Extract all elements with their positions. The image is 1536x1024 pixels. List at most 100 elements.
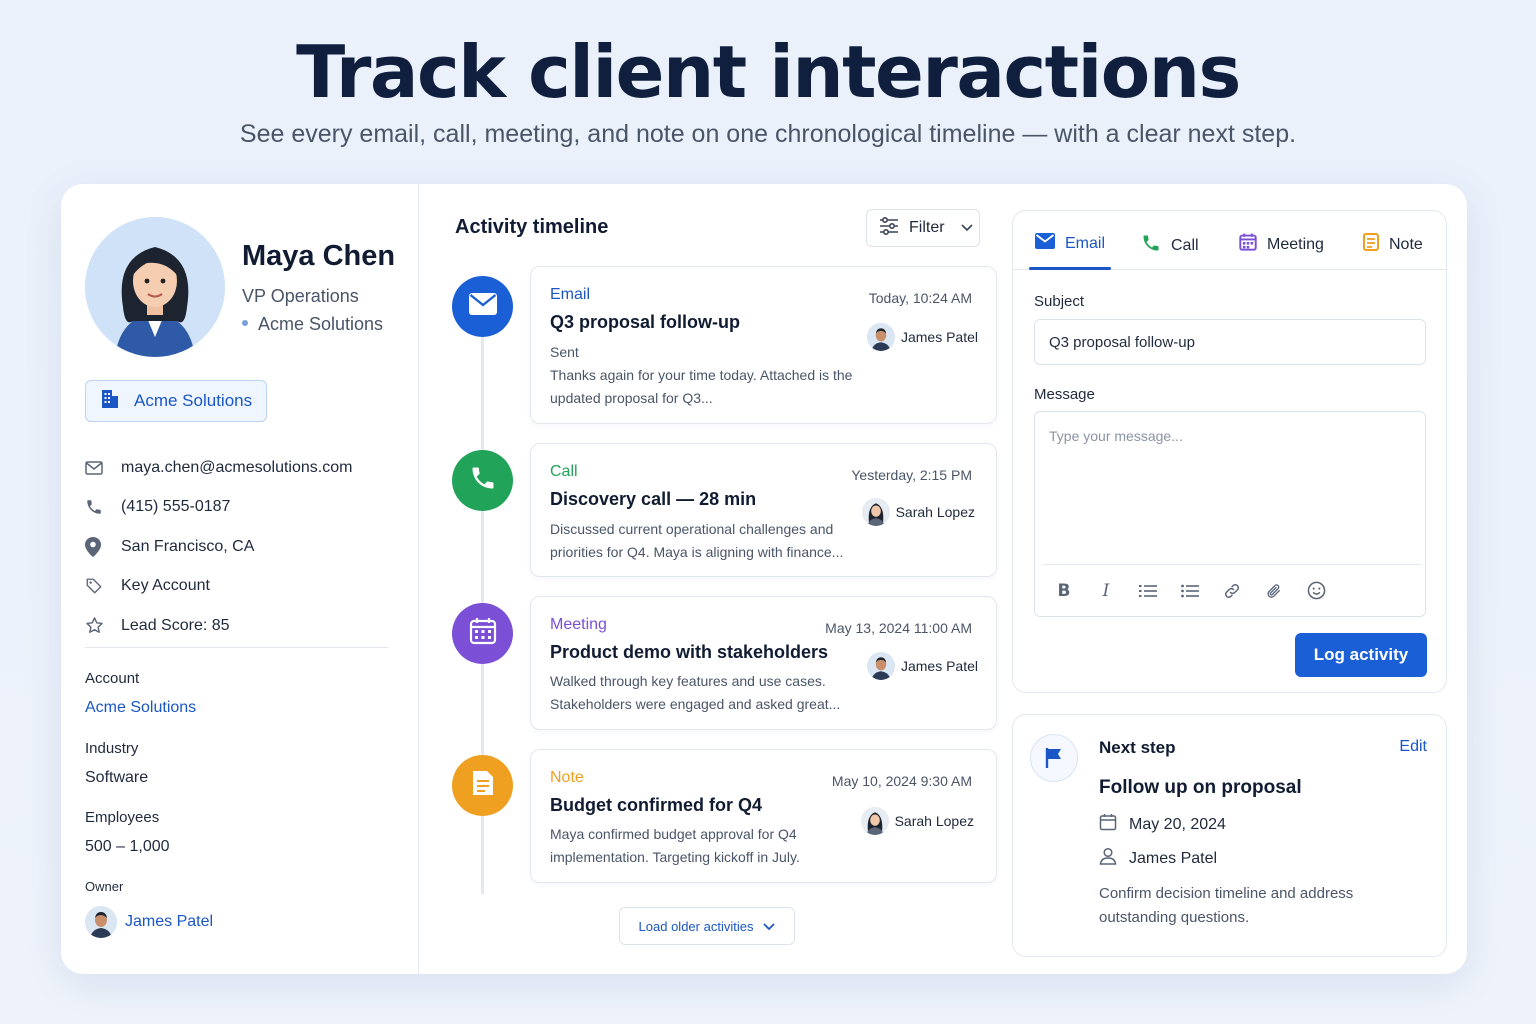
email-row[interactable]: maya.chen@acmesolutions.com [85, 448, 395, 488]
subject-input[interactable] [1034, 319, 1426, 365]
tag-row: Key Account [85, 567, 395, 607]
meeting-dot [452, 603, 513, 664]
paperclip-icon[interactable] [1253, 575, 1295, 607]
emoji-icon[interactable] [1295, 575, 1337, 607]
contact-info-list: maya.chen@acmesolutions.com (415) 555-01… [85, 448, 395, 646]
person-avatar [866, 323, 895, 351]
owner-name: James Patel [125, 913, 214, 930]
assignee-name: James Patel [1129, 849, 1218, 867]
owner[interactable]: James Patel [85, 906, 213, 938]
phone-icon [85, 498, 121, 516]
tab-call[interactable]: Call [1141, 233, 1199, 258]
calendar-icon [1239, 233, 1257, 256]
person-avatar [866, 652, 895, 680]
person-name: James Patel [900, 658, 978, 674]
due-date: May 20, 2024 [1129, 815, 1226, 833]
bold-icon[interactable]: B [1043, 575, 1085, 607]
tab-note[interactable]: Note [1363, 233, 1423, 256]
activity-time: May 13, 2024 11:00 AM [825, 620, 972, 636]
activity-body: Discussed current operational challenges… [550, 521, 844, 560]
bullet-dot [242, 320, 248, 327]
person-name: Sarah Lopez [894, 813, 974, 829]
numbered-list-icon[interactable] [1127, 575, 1169, 607]
owner-label: Owner [85, 879, 124, 894]
lead-score-row: Lead Score: 85 [85, 606, 395, 646]
activity-body: Walked through key features and use case… [550, 673, 841, 712]
message-box: B I [1034, 411, 1426, 617]
call-dot [452, 450, 513, 511]
contact-tag: Key Account [121, 577, 210, 595]
next-step-description: Confirm decision timeline and address ou… [1099, 885, 1354, 926]
message-input[interactable] [1035, 412, 1425, 562]
contact-panel: Maya Chen VP Operations Acme Solutions A… [61, 184, 419, 974]
calendar-icon [469, 617, 497, 650]
note-icon [471, 769, 495, 802]
employees-label: Employees [85, 809, 160, 826]
activity-person[interactable]: James Patel [866, 323, 978, 351]
tag-icon [85, 577, 121, 595]
tab-label: Email [1065, 234, 1106, 252]
activity-body: Maya confirmed budget approval for Q4 im… [550, 826, 800, 865]
company-chip-label: Acme Solutions [134, 391, 253, 410]
owner-avatar [85, 906, 117, 938]
activity-title: Product demo with stakeholders [550, 642, 829, 662]
activity-body: Thanks again for your time today. Attach… [550, 367, 853, 406]
activity-type: Meeting [550, 616, 607, 633]
next-step-card: Next step Edit Follow up on proposal May… [1012, 714, 1447, 957]
contact-location: San Francisco, CA [121, 537, 255, 555]
assignee-row: James Patel [1099, 847, 1217, 870]
tab-label: Call [1171, 236, 1199, 254]
subject-label: Subject [1034, 293, 1085, 310]
tab-meeting[interactable]: Meeting [1239, 233, 1324, 256]
building-icon [100, 388, 120, 415]
filter-button[interactable]: Filter [866, 209, 980, 247]
formatting-toolbar: B I [1043, 564, 1421, 616]
link-icon[interactable] [1211, 575, 1253, 607]
phone-row[interactable]: (415) 555-0187 [85, 488, 395, 528]
mail-icon [85, 461, 121, 475]
activity-type: Note [550, 769, 584, 786]
calendar-icon [1099, 813, 1117, 836]
load-older-label: Load older activities [638, 918, 754, 934]
message-label: Message [1034, 386, 1095, 403]
contact-name: Maya Chen [242, 240, 396, 272]
location-row: San Francisco, CA [85, 527, 395, 567]
activity-time: Yesterday, 2:15 PM [851, 467, 972, 483]
activity-time: May 10, 2024 9:30 AM [831, 773, 972, 789]
edit-link[interactable]: Edit [1399, 738, 1427, 756]
activity-title: Q3 proposal follow-up [550, 312, 740, 332]
next-step-task: Follow up on proposal [1099, 777, 1302, 798]
hero-title: Track client interactions [296, 30, 1241, 114]
bullet-list-icon[interactable] [1169, 575, 1211, 607]
activity-person[interactable]: Sarah Lopez [860, 807, 974, 835]
contact-phone: (415) 555-0187 [121, 498, 231, 516]
activity-person[interactable]: Sarah Lopez [861, 498, 975, 526]
activity-person[interactable]: James Patel [866, 652, 978, 680]
italic-icon[interactable]: I [1085, 575, 1127, 607]
activity-card-call[interactable]: Call Yesterday, 2:15 PM Discovery call —… [530, 443, 997, 577]
activity-card-meeting[interactable]: Meeting May 13, 2024 11:00 AM Product de… [530, 596, 997, 730]
active-tab-indicator [1029, 267, 1111, 270]
activity-card-email[interactable]: Email Today, 10:24 AM Q3 proposal follow… [530, 266, 997, 424]
person-name: James Patel [900, 329, 978, 345]
activity-status: Sent [550, 344, 579, 360]
contact-company: Acme Solutions [242, 314, 383, 335]
activity-type: Call [550, 463, 578, 480]
log-activity-button[interactable]: Log activity [1295, 633, 1427, 677]
crm-card: Maya Chen VP Operations Acme Solutions A… [61, 184, 1467, 974]
tab-email[interactable]: Email [1035, 233, 1105, 254]
industry-value: Software [85, 769, 149, 786]
account-link[interactable]: Acme Solutions [85, 699, 196, 717]
activity-card-note[interactable]: Note May 10, 2024 9:30 AM Budget confirm… [530, 749, 997, 883]
activity-title: Budget confirmed for Q4 [550, 795, 763, 815]
chevron-down-icon [763, 919, 776, 934]
company-chip[interactable]: Acme Solutions [85, 380, 267, 422]
flag-icon [1030, 734, 1078, 782]
contact-company-text: Acme Solutions [258, 314, 384, 334]
divider [85, 647, 388, 648]
next-step-title: Next step [1099, 738, 1176, 757]
load-older-button[interactable]: Load older activities [619, 907, 795, 945]
person-avatar [860, 807, 889, 835]
filter-label: Filter [909, 219, 945, 236]
employees-value: 500 – 1,000 [85, 838, 170, 855]
